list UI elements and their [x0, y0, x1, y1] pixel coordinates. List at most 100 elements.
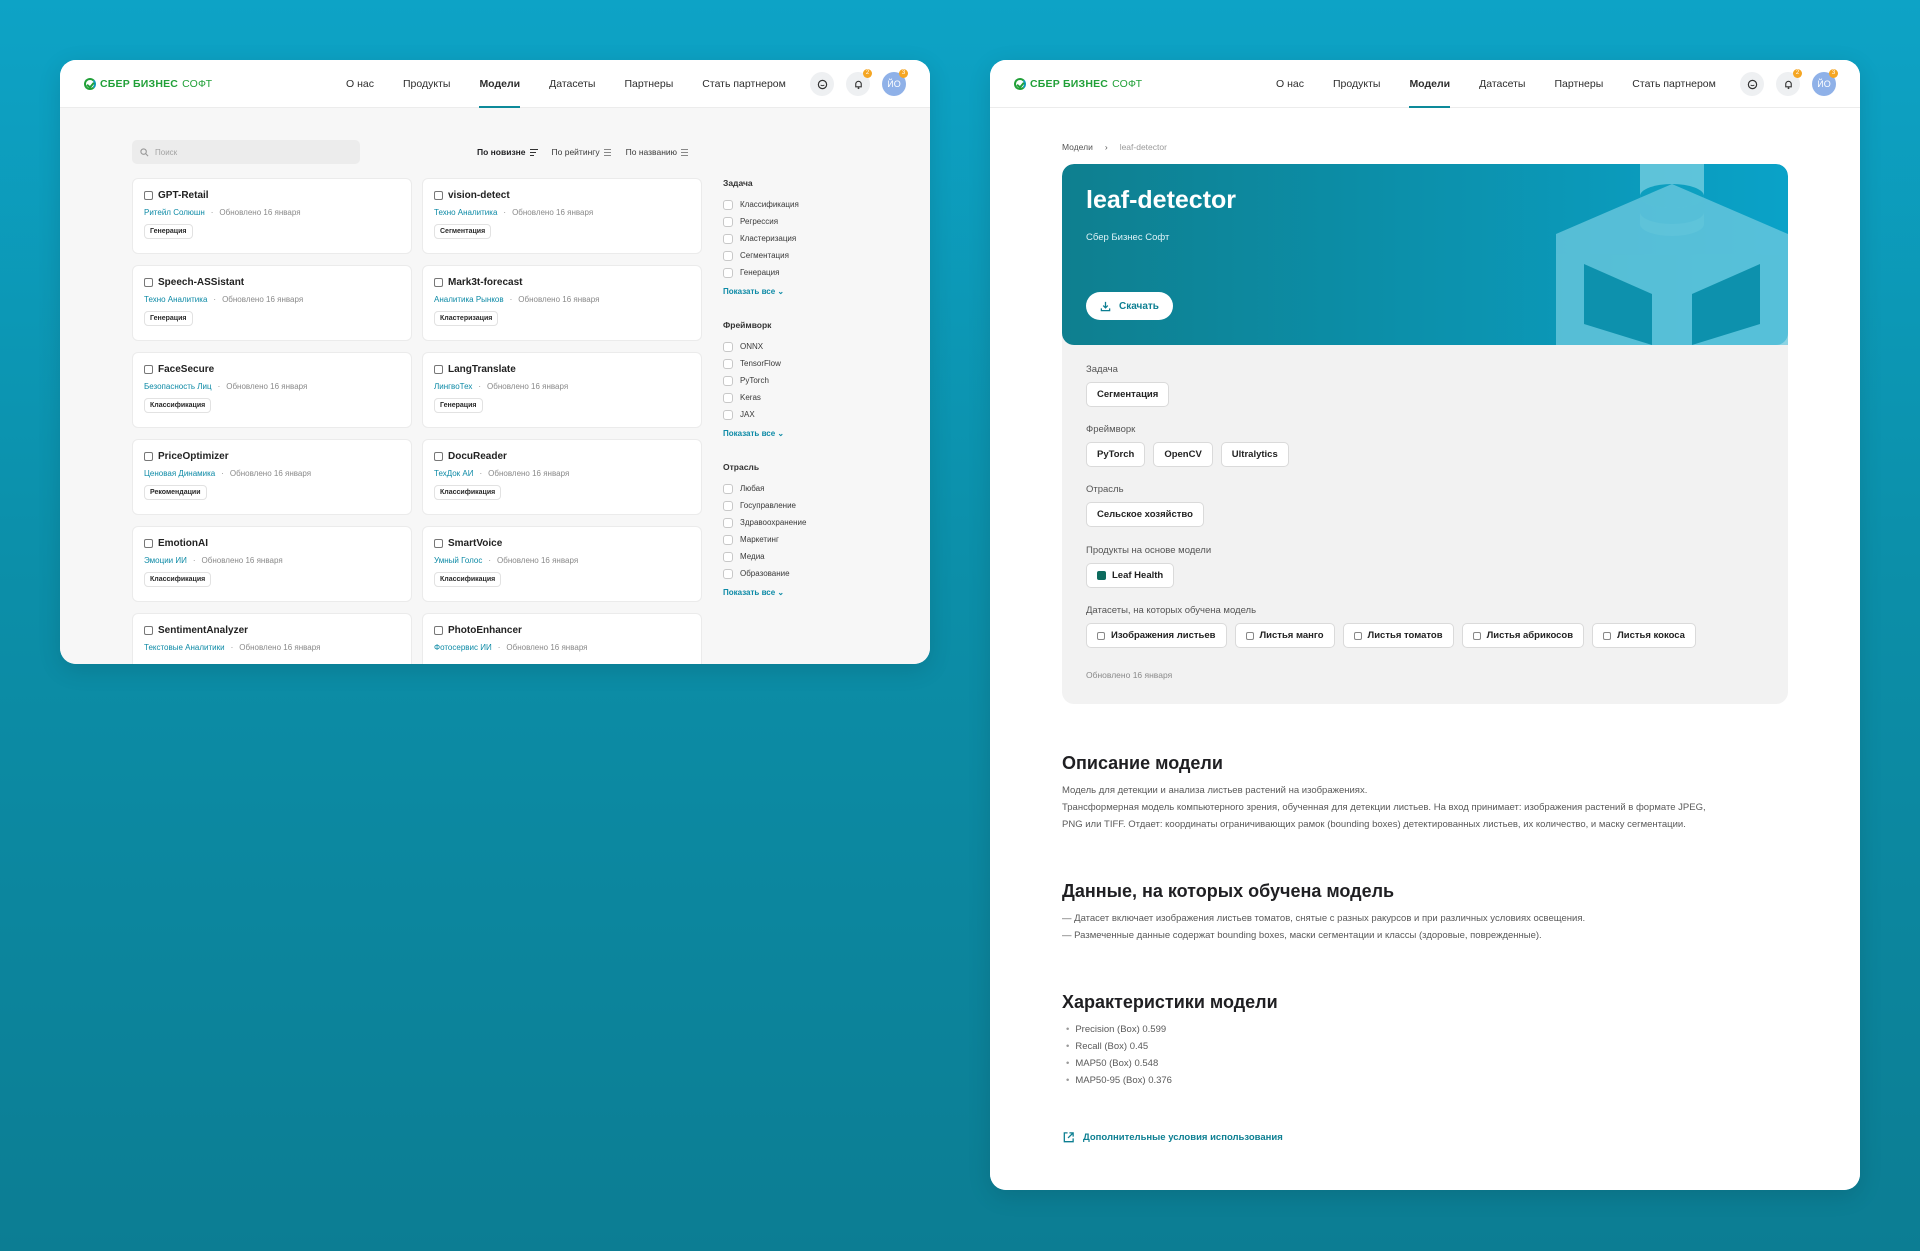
checkbox[interactable]	[723, 392, 733, 403]
filter-option[interactable]: Keras	[723, 389, 903, 406]
checkbox[interactable]	[723, 483, 733, 494]
nav-item-models[interactable]: Модели	[479, 60, 520, 108]
industry-section: Отрасль Сельское хозяйство	[1086, 484, 1204, 527]
model-card[interactable]: Speech-ASSistant Техно Аналитика · Обновлен…	[132, 265, 412, 341]
show-all-link[interactable]: Показать все ⌄	[723, 588, 903, 597]
support-button[interactable]	[1740, 72, 1764, 96]
nav-item-partners[interactable]: Партнеры	[624, 60, 673, 108]
sort-name[interactable]: По названию	[626, 147, 689, 157]
checkbox[interactable]	[723, 375, 733, 386]
breadcrumb-models[interactable]: Модели	[1062, 142, 1093, 152]
sort-bar: По новизне По рейтингу По названию	[477, 140, 689, 164]
nav-item-partners[interactable]: Партнеры	[1554, 60, 1603, 108]
model-icon	[144, 452, 153, 461]
filter-option[interactable]: Классификация	[723, 196, 903, 213]
checkbox[interactable]	[723, 409, 733, 420]
filter-option[interactable]: Регрессия	[723, 213, 903, 230]
model-card[interactable]: EmotionAI Эмоции ИИ · Обновлено 16 января Кл…	[132, 526, 412, 602]
chat-icon	[1747, 79, 1757, 89]
task-tag: Классификация	[434, 572, 502, 587]
notifications-button[interactable]: 2	[1776, 69, 1802, 96]
filter-option[interactable]: Маркетинг	[723, 531, 903, 548]
dataset-chip[interactable]: Изображения листьев	[1086, 623, 1227, 648]
avatar[interactable]: ЙО 3	[1812, 69, 1838, 96]
nav-item-datasets[interactable]: Датасеты	[1479, 60, 1525, 108]
checkbox[interactable]	[723, 233, 733, 244]
model-card[interactable]: DocuReader ТехДок АИ · Обновлено 16 января К…	[422, 439, 702, 515]
filter-option[interactable]: Сегментация	[723, 247, 903, 264]
checkbox[interactable]	[723, 341, 733, 352]
main-nav: О нас Продукты Модели Датасеты Партнеры …	[346, 60, 786, 108]
filter-option[interactable]: Любая	[723, 480, 903, 497]
avatar[interactable]: ЙО 3	[882, 69, 908, 96]
framework-chip[interactable]: PyTorch	[1086, 442, 1146, 467]
checkbox[interactable]	[723, 517, 733, 528]
framework-chip[interactable]: Ultralytics	[1220, 442, 1289, 467]
brand-logo[interactable]: СБЕР БИЗНЕС СОФТ	[1014, 77, 1142, 90]
filter-option[interactable]: JAX	[723, 406, 903, 423]
sber-logo-icon	[1014, 77, 1026, 90]
catalog-window: СБЕР БИЗНЕС СОФТ О нас Продукты Модели Д…	[60, 60, 930, 664]
dataset-chip[interactable]: Листья кокоса	[1592, 623, 1696, 648]
checkbox[interactable]	[723, 267, 733, 278]
nav-item-products[interactable]: Продукты	[1333, 60, 1380, 108]
filter-option[interactable]: Госуправление	[723, 497, 903, 514]
notifications-button[interactable]: 2	[846, 69, 872, 96]
show-all-link[interactable]: Показать все ⌄	[723, 287, 903, 296]
framework-section: Фреймворк PyTorch OpenCV Ultralytics	[1086, 424, 1289, 467]
nav-item-about[interactable]: О нас	[346, 60, 374, 108]
filter-option[interactable]: PyTorch	[723, 372, 903, 389]
brand-logo[interactable]: СБЕР БИЗНЕС СОФТ	[84, 77, 212, 90]
nav-item-models[interactable]: Модели	[1409, 60, 1450, 108]
task-chip[interactable]: Сегментация	[1086, 382, 1170, 407]
framework-chip[interactable]: OpenCV	[1153, 442, 1213, 467]
dataset-chip[interactable]: Листья томатов	[1342, 623, 1454, 648]
filter-option[interactable]: Медиа	[723, 548, 903, 565]
checkbox[interactable]	[723, 551, 733, 562]
model-card[interactable]: PriceOptimizer Ценовая Динамика · Обновлено…	[132, 439, 412, 515]
extra-terms-link[interactable]: Дополнительные условия использования	[1062, 1131, 1283, 1144]
checkbox[interactable]	[723, 216, 733, 227]
model-card[interactable]: SentimentAnalyzer Текстовые Аналитики · Обн…	[132, 613, 412, 664]
show-all-link[interactable]: Показать все ⌄	[723, 429, 903, 438]
model-card[interactable]: Mark3t-forecast Аналитика Рынков · Обновлен…	[422, 265, 702, 341]
model-card[interactable]: LangTranslate ЛингвоТех · Обновлено 16 янва…	[422, 352, 702, 428]
nav-item-about[interactable]: О нас	[1276, 60, 1304, 108]
model-icon	[434, 365, 443, 374]
nav-item-become-partner[interactable]: Стать партнером	[702, 60, 786, 108]
filter-option[interactable]: Здравоохранение	[723, 514, 903, 531]
filter-option[interactable]: Кластеризация	[723, 230, 903, 247]
dataset-chip[interactable]: Листья манго	[1234, 623, 1335, 648]
model-card[interactable]: PhotoEnhancer Фотосервис ИИ · Обновлено 16 …	[422, 613, 702, 664]
industry-chip[interactable]: Сельское хозяйство	[1086, 502, 1204, 527]
model-card[interactable]: FaceSecure Безопасность Лиц · Обновлено 16 …	[132, 352, 412, 428]
checkbox[interactable]	[723, 500, 733, 511]
filter-option[interactable]: Образование	[723, 565, 903, 582]
sort-rating[interactable]: По рейтингу	[552, 147, 612, 157]
model-icon	[434, 452, 443, 461]
model-card[interactable]: GPT-Retail Ритейл Солюшн · Обновлено 16 янв…	[132, 178, 412, 254]
nav-item-become-partner[interactable]: Стать партнером	[1632, 60, 1716, 108]
model-icon	[434, 626, 443, 635]
filter-option[interactable]: ONNX	[723, 338, 903, 355]
leaf-health-icon	[1097, 571, 1106, 580]
search-input[interactable]: Поиск	[132, 140, 360, 164]
metric-item: Precision (Box) 0.599	[1062, 1021, 1172, 1038]
model-card[interactable]: SmartVoice Умный Голос · Обновлено 16 январ…	[422, 526, 702, 602]
checkbox[interactable]	[723, 358, 733, 369]
download-button[interactable]: Скачать	[1086, 292, 1173, 320]
dataset-chip[interactable]: Листья абрикосов	[1461, 623, 1585, 648]
checkbox[interactable]	[723, 534, 733, 545]
nav-item-products[interactable]: Продукты	[403, 60, 450, 108]
checkbox[interactable]	[723, 199, 733, 210]
product-chip[interactable]: Leaf Health	[1086, 563, 1175, 588]
nav-item-datasets[interactable]: Датасеты	[549, 60, 595, 108]
support-button[interactable]	[810, 72, 834, 96]
checkbox[interactable]	[723, 568, 733, 579]
model-card[interactable]: vision-detect Техно Аналитика · Обновлено 1…	[422, 178, 702, 254]
filter-option[interactable]: TensorFlow	[723, 355, 903, 372]
sort-newest[interactable]: По новизне	[477, 147, 538, 157]
checkbox[interactable]	[723, 250, 733, 261]
sort-icon	[529, 148, 538, 156]
filter-option[interactable]: Генерация	[723, 264, 903, 281]
